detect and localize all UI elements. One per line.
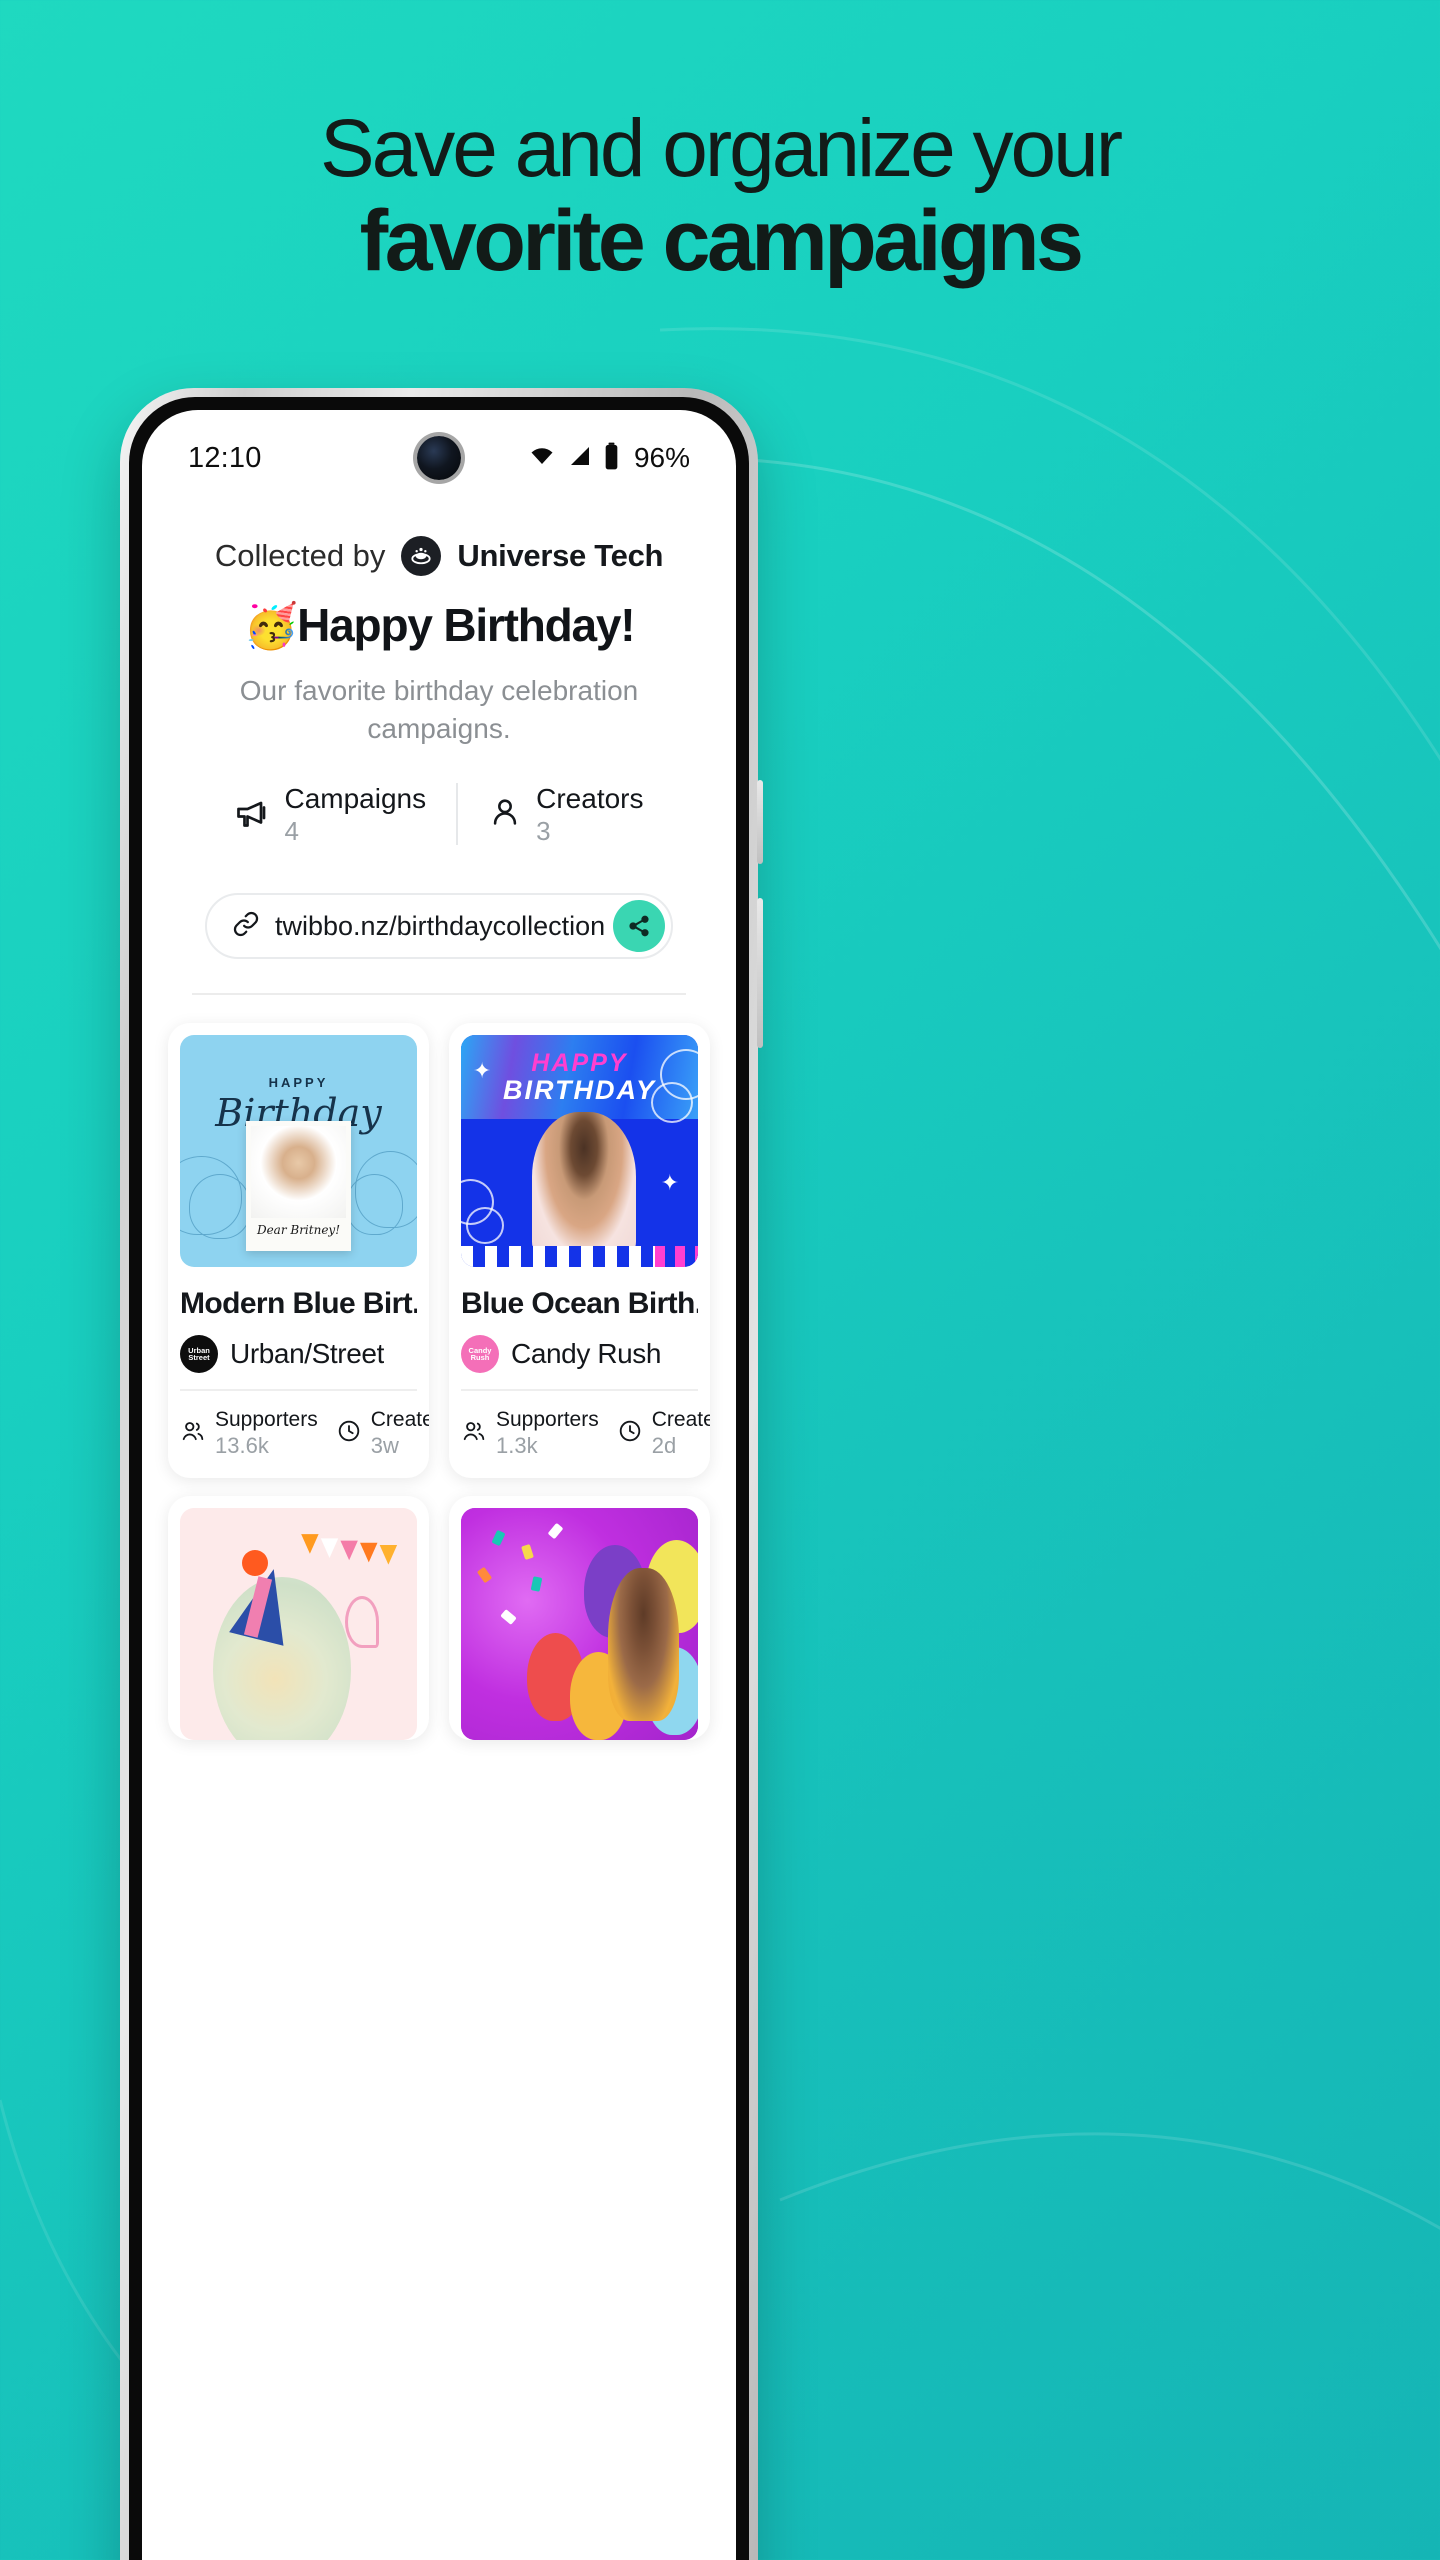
- supporters-label: Supporters: [215, 1408, 318, 1432]
- status-bar-time: 12:10: [188, 441, 262, 474]
- wifi-icon: [527, 444, 557, 473]
- created-value: 2d: [651, 1433, 677, 1459]
- campaign-grid: HAPPY Birthday Dear Britney! Modern Blue…: [142, 1023, 736, 1478]
- universe-tech-logo-icon[interactable]: [401, 536, 442, 576]
- phone-power-button: [757, 898, 763, 1048]
- created-label: Created: [651, 1408, 710, 1432]
- stat-creators-value: 3: [536, 816, 551, 847]
- art-birthday-text: BIRTHDAY: [502, 1074, 656, 1105]
- campaign-title[interactable]: Blue Ocean Birth...: [461, 1287, 698, 1321]
- campaign-created: Created 3w: [336, 1407, 429, 1460]
- brand-name[interactable]: Universe Tech: [457, 538, 663, 574]
- creator-name[interactable]: Candy Rush: [511, 1338, 661, 1370]
- stat-creators: Creators 3: [458, 781, 673, 847]
- link-icon: [231, 909, 261, 944]
- campaign-grid-next-row: [142, 1495, 736, 1740]
- collection-screen: Collected by Universe Tech 🥳Happy Birthd…: [142, 486, 736, 1740]
- art-polaroid-frame: Dear Britney!: [246, 1121, 351, 1251]
- party-face-emoji: 🥳: [243, 602, 299, 651]
- collected-by-row: Collected by Universe Tech: [142, 536, 736, 576]
- stat-creators-label: Creators: [536, 783, 644, 815]
- person-icon: [488, 795, 522, 834]
- campaign-thumbnail[interactable]: [180, 1507, 417, 1740]
- art-bunting: [300, 1534, 397, 1566]
- campaign-card[interactable]: ✦ ✦ HAPPY BIRTHDAY Blue Ocean Birth... C…: [449, 1023, 710, 1478]
- battery-icon: [603, 442, 620, 475]
- campaign-thumbnail[interactable]: [461, 1507, 698, 1740]
- art-caption: Dear Britney!: [256, 1223, 341, 1238]
- collected-by-label: Collected by: [214, 538, 386, 573]
- campaign-card[interactable]: HAPPY Birthday Dear Britney! Modern Blue…: [168, 1023, 429, 1478]
- stat-campaigns-label: Campaigns: [284, 783, 427, 815]
- stat-campaigns-value: 4: [284, 816, 299, 847]
- campaign-supporters: Supporters 1.3k: [461, 1407, 599, 1460]
- creator-name[interactable]: Urban/Street: [230, 1338, 384, 1370]
- phone-volume-button: [757, 780, 763, 864]
- collection-title-text: Happy Birthday!: [297, 599, 635, 651]
- campaign-creator[interactable]: Urban Street Urban/Street: [180, 1335, 417, 1389]
- supporters-value: 13.6k: [215, 1433, 269, 1459]
- art-portrait-photo: [532, 1111, 637, 1256]
- users-icon: [180, 1418, 206, 1449]
- megaphone-icon: [234, 794, 270, 835]
- battery-percent-label: 96%: [633, 442, 690, 473]
- art-happy-text: HAPPY: [268, 1074, 329, 1090]
- created-value: 3w: [370, 1433, 399, 1459]
- phone-mockup: 12:10 96% Collected by Universe Tech 🥳Ha…: [120, 388, 763, 2560]
- status-bar-indicators: 96%: [527, 442, 690, 475]
- supporters-label: Supporters: [496, 1408, 599, 1432]
- supporters-value: 1.3k: [496, 1433, 538, 1459]
- campaign-art-blue-ocean: ✦ ✦ HAPPY BIRTHDAY: [461, 1035, 698, 1268]
- collection-url-text[interactable]: twibbo.nz/birthdaycollection: [275, 911, 613, 942]
- front-camera-icon: [417, 436, 461, 480]
- art-pink-strip: [655, 1246, 698, 1268]
- status-bar: 12:10 96%: [142, 410, 736, 486]
- art-hat-pom: [241, 1549, 268, 1576]
- clock-icon: [336, 1418, 362, 1449]
- campaign-thumbnail[interactable]: ✦ ✦ HAPPY BIRTHDAY: [461, 1035, 698, 1268]
- phone-screen: 12:10 96% Collected by Universe Tech 🥳Ha…: [142, 410, 736, 2560]
- campaign-creator[interactable]: Candy Rush Candy Rush: [461, 1335, 698, 1389]
- collection-url-bar[interactable]: twibbo.nz/birthdaycollection: [205, 893, 673, 960]
- campaign-card[interactable]: [168, 1495, 429, 1740]
- headline-line-1: Save and organize your: [319, 103, 1123, 194]
- headline-line-2: favorite campaigns: [359, 193, 1084, 289]
- signal-icon: [567, 444, 593, 473]
- promo-headline: Save and organize your favorite campaign…: [0, 103, 1440, 289]
- stat-campaigns: Campaigns 4: [204, 781, 456, 847]
- campaign-art-pink-party: [180, 1507, 417, 1740]
- campaign-card[interactable]: [449, 1495, 710, 1740]
- campaign-art-modern-blue: HAPPY Birthday Dear Britney!: [180, 1035, 417, 1268]
- campaign-created: Created 2d: [617, 1407, 710, 1460]
- share-icon[interactable]: [613, 900, 665, 953]
- creator-avatar[interactable]: Candy Rush: [461, 1335, 499, 1374]
- collection-stats: Campaigns 4 Creators 3: [142, 781, 736, 847]
- page-title: 🥳Happy Birthday!: [142, 598, 736, 652]
- campaign-supporters: Supporters 13.6k: [180, 1407, 318, 1460]
- campaign-stats: Supporters 13.6k Create 3w: [180, 1391, 429, 1478]
- users-icon: [461, 1418, 487, 1449]
- created-label: Created: [370, 1408, 429, 1432]
- art-portrait-photo: [607, 1568, 680, 1722]
- campaign-art-purple-balloons: [461, 1507, 698, 1740]
- campaign-title[interactable]: Modern Blue Birt...: [180, 1287, 417, 1321]
- creator-avatar[interactable]: Urban Street: [180, 1335, 218, 1374]
- art-portrait-photo: [251, 1126, 346, 1219]
- phone-bezel: 12:10 96% Collected by Universe Tech 🥳Ha…: [129, 397, 749, 2560]
- clock-icon: [617, 1418, 643, 1449]
- art-swirl: [345, 1596, 380, 1649]
- campaign-stats: Supporters 1.3k Create 2d: [461, 1391, 710, 1478]
- section-divider: [192, 993, 686, 996]
- campaign-thumbnail[interactable]: HAPPY Birthday Dear Britney!: [180, 1035, 417, 1268]
- collection-description: Our favorite birthday celebration campai…: [239, 675, 639, 744]
